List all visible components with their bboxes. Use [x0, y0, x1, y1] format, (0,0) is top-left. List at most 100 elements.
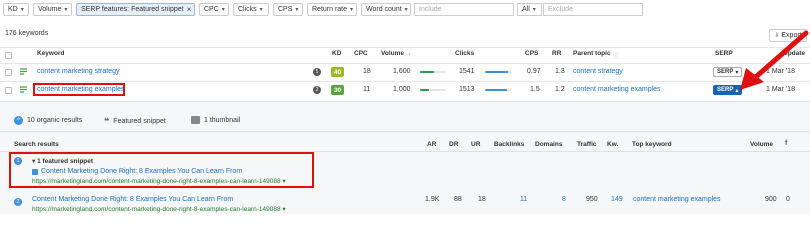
snippet-icon [32, 169, 38, 175]
cps-filter-label: CPS [278, 6, 293, 13]
chevron-down-icon: ▾ [350, 7, 354, 13]
col-ar[interactable]: AR [427, 141, 436, 148]
sort-desc-icon[interactable]: ↓ [408, 51, 411, 57]
tab-organic-results[interactable]: ✧ 10 organic results [14, 116, 82, 125]
cps-filter[interactable]: CPS ▾ [273, 3, 303, 16]
position-badge: 1 [14, 157, 22, 165]
clicks-trend-bar [485, 89, 511, 91]
clicks-filter-label: Clicks [238, 6, 257, 13]
col-traffic[interactable]: Traffic [577, 141, 597, 148]
col-volume[interactable]: Volume [750, 141, 773, 148]
tab-thumbnail[interactable]: 1 thumbnail [191, 116, 240, 124]
col-kw[interactable]: Kw. [607, 141, 618, 148]
close-icon[interactable]: × [187, 5, 192, 14]
return-rate-filter[interactable]: Return rate ▾ [307, 3, 357, 16]
chevron-down-icon: ▾ [259, 7, 263, 13]
clicks-trend-bar [485, 71, 511, 73]
kd-filter[interactable]: KD ▾ [3, 3, 29, 16]
chevron-down-icon: ▾ [221, 7, 225, 13]
clicks-value: 1541 [459, 68, 475, 75]
col-top-keyword[interactable]: Top keyword [632, 141, 672, 148]
extra-value: 0 [786, 196, 790, 203]
facebook-icon: f [785, 140, 788, 147]
col-dr[interactable]: DR [449, 141, 458, 148]
col-rr[interactable]: RR [552, 50, 561, 62]
col-domains[interactable]: Domains [535, 141, 562, 148]
image-icon [191, 116, 200, 124]
col-parent-topic[interactable]: Parent topic [573, 50, 611, 62]
traffic-value: 950 [586, 196, 598, 203]
chevron-down-icon: ▾ [295, 7, 299, 13]
tab-organic-label: 10 organic results [27, 117, 83, 124]
volume-filter-label: Volume [38, 6, 62, 13]
backlinks-value[interactable]: 11 [520, 196, 527, 203]
result-url[interactable]: https://marketingland.com/content-market… [32, 205, 286, 213]
row-checkbox[interactable] [5, 87, 12, 94]
col-cps[interactable]: CPS [525, 50, 538, 62]
col-kd[interactable]: KD [332, 50, 341, 62]
exclude-input[interactable]: Exclude [543, 3, 643, 16]
keyword-list-icon[interactable] [19, 85, 28, 94]
include-placeholder: Include [419, 6, 442, 13]
serp-button-label: SERP [717, 87, 734, 93]
keyword-link[interactable]: content marketing strategy [37, 68, 120, 75]
compass-icon: ✧ [14, 116, 23, 125]
row-checkbox[interactable] [5, 69, 12, 76]
col-clicks[interactable]: Clicks [455, 50, 474, 62]
col-backlinks[interactable]: Backlinks [494, 141, 524, 148]
ur-value: 18 [478, 196, 486, 203]
col-volume[interactable]: Volume [381, 50, 404, 62]
col-ur[interactable]: UR [471, 141, 480, 148]
rr-value: 1.2 [555, 86, 565, 93]
result-title-link[interactable]: Content Marketing Done Right: 8 Examples… [32, 196, 233, 203]
divider [0, 81, 810, 82]
rr-value: 1.3 [555, 68, 565, 75]
kd-score-badge: 40 [331, 67, 344, 77]
chevron-down-icon: ▾ [404, 7, 408, 13]
col-keyword[interactable]: Keyword [37, 50, 64, 62]
parent-topic-link[interactable]: content strategy [573, 68, 623, 75]
kd-filter-label: KD [8, 6, 18, 13]
chevron-down-icon: ▾ [20, 7, 24, 13]
volume-filter[interactable]: Volume ▾ [33, 3, 72, 16]
result-title-link[interactable]: Content Marketing Done Right: 8 Examples… [41, 168, 242, 175]
highlight-box [33, 83, 125, 96]
top-keyword-link[interactable]: content marketing examples [633, 196, 721, 203]
cpc-value: 18 [363, 68, 371, 75]
return-rate-filter-label: Return rate [312, 6, 348, 13]
domains-value[interactable]: 8 [562, 196, 566, 203]
divider [0, 63, 810, 64]
word-count-filter-label: Word count [366, 6, 402, 13]
kd-rank-badge: 5 [313, 68, 321, 76]
clicks-value: 1513 [459, 86, 475, 93]
volume-value: 900 [765, 196, 777, 203]
col-serp[interactable]: SERP [715, 50, 733, 62]
exclude-placeholder: Exclude [548, 6, 573, 13]
dr-value: 88 [454, 196, 462, 203]
clicks-filter[interactable]: Clicks ▾ [233, 3, 269, 16]
cpc-value: 11 [363, 86, 371, 93]
parent-topic-link[interactable]: content marketing examples [573, 86, 661, 93]
featured-snippet-label[interactable]: ▾ 1 featured snippet [32, 157, 93, 165]
divider [0, 47, 810, 48]
annotation-arrow [740, 30, 809, 90]
tab-featured-snippet[interactable]: ❝ Featured snippet [104, 116, 166, 127]
match-mode-select[interactable]: All ▾ [517, 3, 542, 16]
serp-features-filter[interactable]: SERP features: Featured snippet × [76, 3, 195, 16]
kw-value[interactable]: 149 [611, 196, 623, 203]
tab-thumbnail-label: 1 thumbnail [204, 116, 241, 124]
col-cpc[interactable]: CPC [354, 50, 368, 62]
position-badge: 2 [14, 198, 22, 206]
quote-icon: ❝ [104, 116, 110, 126]
help-icon[interactable]: ⓘ [613, 51, 619, 60]
cpc-filter[interactable]: CPC ▾ [199, 3, 229, 16]
chevron-down-icon: ▾ [532, 7, 536, 13]
cpc-filter-label: CPC [204, 6, 219, 13]
ar-value: 1.9K [425, 196, 440, 203]
divider [0, 131, 810, 132]
include-input[interactable]: Include [414, 3, 514, 16]
select-all-checkbox[interactable] [5, 52, 12, 59]
word-count-filter[interactable]: Word count ▾ [361, 3, 411, 16]
result-url[interactable]: https://marketingland.com/content-market… [32, 177, 286, 185]
keyword-list-icon[interactable] [19, 67, 28, 76]
